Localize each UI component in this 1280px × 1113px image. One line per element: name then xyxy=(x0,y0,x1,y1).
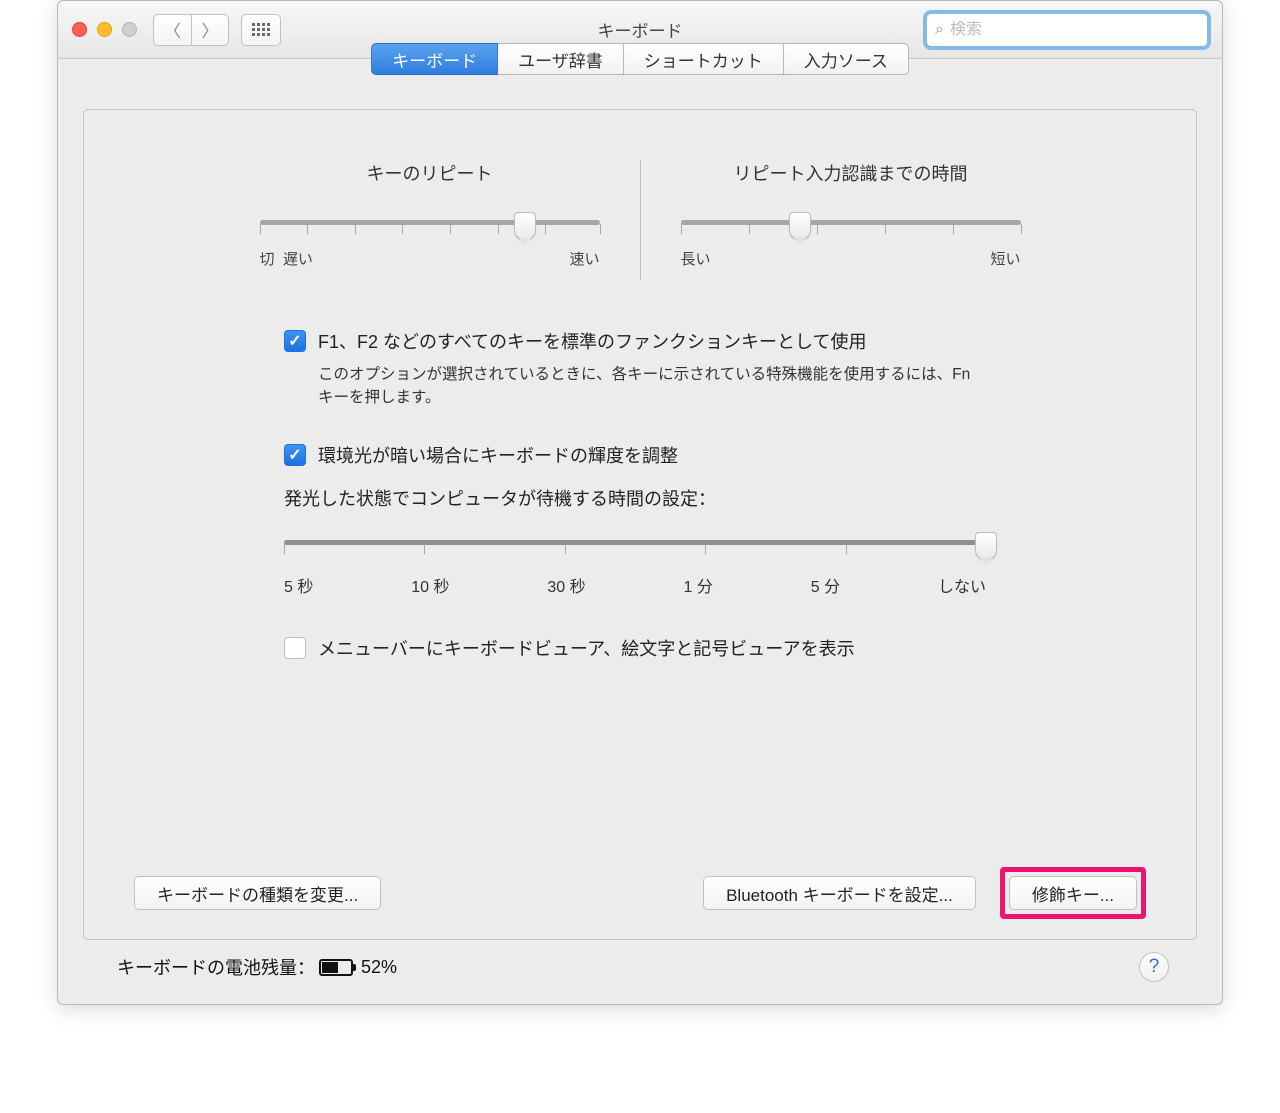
minimize-icon[interactable] xyxy=(97,22,112,37)
key-repeat-thumb[interactable] xyxy=(514,212,536,240)
chevron-right-icon: 〉 xyxy=(202,17,219,42)
battery-value: 52% xyxy=(361,957,397,978)
tab-user-dict[interactable]: ユーザ辞書 xyxy=(498,43,624,75)
menubar-viewer-label: メニューバーにキーボードビューア、絵文字と記号ビューアを表示 xyxy=(318,637,855,662)
ambient-checkbox[interactable] xyxy=(284,444,306,466)
menubar-viewer-checkbox[interactable] xyxy=(284,637,306,659)
backlight-thumb[interactable] xyxy=(975,532,997,560)
delay-block: リピート入力認識までの時間 長い xyxy=(681,160,1021,280)
delay-thumb[interactable] xyxy=(789,212,811,240)
fn-keys-label: F1、F2 などのすべてのキーを標準のファンクションキーとして使用 xyxy=(318,330,867,355)
fn-keys-sub: このオプションが選択されているときに、各キーに示されている特殊機能を使用するには… xyxy=(318,363,976,410)
modifier-keys-button[interactable]: 修飾キー... xyxy=(1009,876,1137,910)
search-icon: ⌕ xyxy=(935,21,944,39)
panel: キーのリピート xyxy=(83,109,1197,940)
change-keyboard-type-button[interactable]: キーボードの種類を変更... xyxy=(134,876,381,910)
grid-icon xyxy=(252,23,270,36)
fn-keys-checkbox[interactable] xyxy=(284,330,306,352)
search-field[interactable]: ⌕ xyxy=(926,13,1208,47)
back-button[interactable]: 〈 xyxy=(153,14,191,46)
ambient-row: 環境光が暗い場合にキーボードの輝度を調整 xyxy=(284,444,1146,469)
chevron-left-icon: 〈 xyxy=(164,17,181,42)
backlight-slider[interactable] xyxy=(284,531,986,555)
fn-keys-row: F1、F2 などのすべてのキーを標準のファンクションキーとして使用 xyxy=(284,330,1146,355)
delay-label: リピート入力認識までの時間 xyxy=(681,160,1021,186)
nav-buttons: 〈 〉 xyxy=(153,14,229,46)
forward-button[interactable]: 〉 xyxy=(191,14,229,46)
divider xyxy=(640,160,641,280)
battery-icon xyxy=(319,959,353,976)
highlight-box: 修飾キー... xyxy=(1000,867,1146,919)
search-input[interactable] xyxy=(950,21,1199,39)
bluetooth-keyboard-button[interactable]: Bluetooth キーボードを設定... xyxy=(703,876,976,910)
key-repeat-block: キーのリピート xyxy=(260,160,600,280)
tab-keyboard[interactable]: キーボード xyxy=(371,43,498,75)
key-repeat-ends: 切 遅い 速い xyxy=(260,248,600,269)
key-repeat-slider[interactable] xyxy=(260,210,600,234)
slider-row: キーのリピート xyxy=(134,160,1146,280)
content: キーボード ユーザ辞書 ショートカット 入力ソース キーのリピート xyxy=(58,59,1222,1004)
battery-label: キーボードの電池残量： xyxy=(117,954,315,980)
show-all-button[interactable] xyxy=(241,14,281,46)
bottom-bar: キーボードの電池残量： 52% ? xyxy=(83,940,1197,986)
tab-bar: キーボード ユーザ辞書 ショートカット 入力ソース xyxy=(371,43,909,75)
key-repeat-label: キーのリピート xyxy=(260,160,600,186)
zoom-icon xyxy=(122,22,137,37)
tab-input-sources[interactable]: 入力ソース xyxy=(784,43,909,75)
delay-ends: 長い 短い xyxy=(681,248,1021,269)
backlight-label: 発光した状態でコンピュータが待機する時間の設定： xyxy=(284,485,1146,511)
traffic-lights xyxy=(72,22,137,37)
backlight-slider-wrap: 5 秒 10 秒 30 秒 1 分 5 分 しない xyxy=(284,531,986,597)
close-icon[interactable] xyxy=(72,22,87,37)
tab-shortcuts[interactable]: ショートカット xyxy=(624,43,784,75)
delay-slider[interactable] xyxy=(681,210,1021,234)
backlight-ticks: 5 秒 10 秒 30 秒 1 分 5 分 しない xyxy=(284,573,986,597)
prefs-window: 〈 〉 キーボード ⌕ キーボード ユーザ辞書 ショートカット 入力ソース xyxy=(57,0,1223,1005)
footer-buttons: キーボードの種類を変更... Bluetooth キーボードを設定... 修飾キ… xyxy=(134,787,1146,919)
ambient-label: 環境光が暗い場合にキーボードの輝度を調整 xyxy=(318,444,678,469)
menubar-viewer-row: メニューバーにキーボードビューア、絵文字と記号ビューアを表示 xyxy=(284,637,1146,662)
help-button[interactable]: ? xyxy=(1139,952,1169,982)
